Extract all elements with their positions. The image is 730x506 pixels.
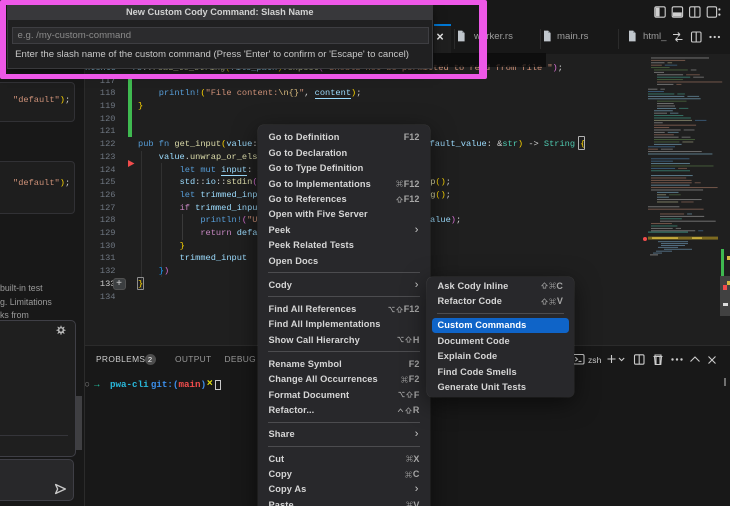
svg-text:zsh: zsh — [588, 355, 602, 365]
